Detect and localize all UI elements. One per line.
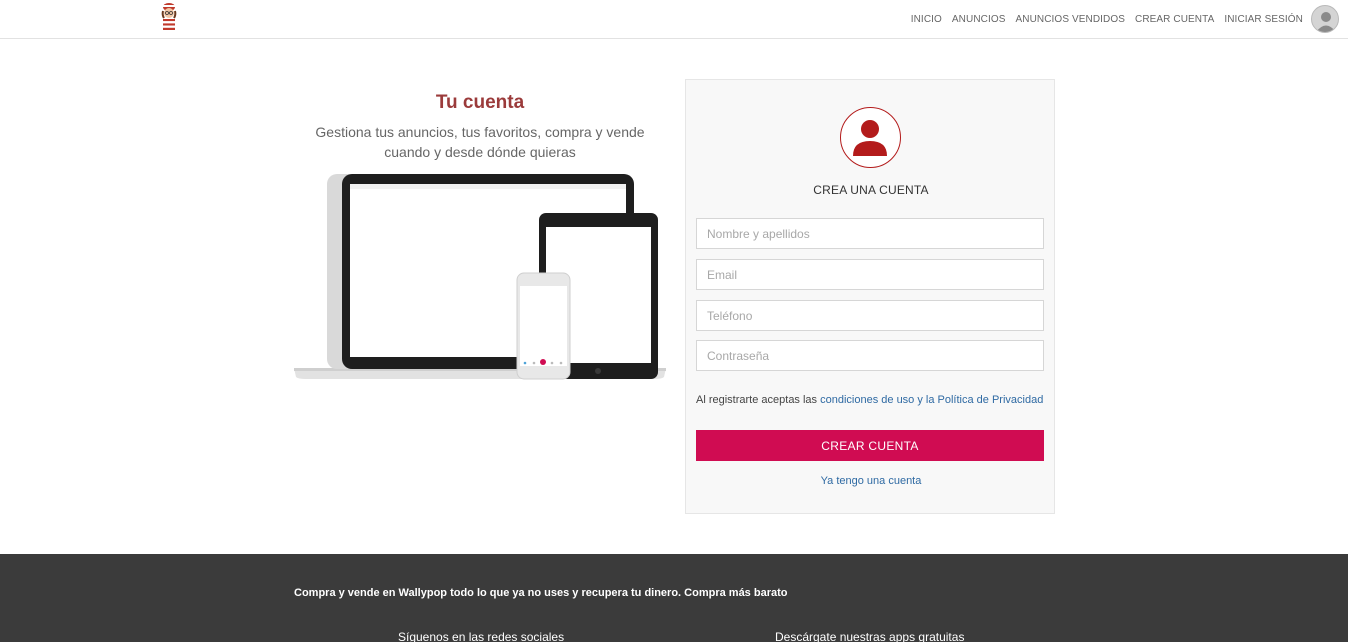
wally-character-icon[interactable] [159, 2, 179, 30]
top-navbar: INICIO ANUNCIOS ANUNCIOS VENDIDOS CREAR … [0, 0, 1348, 39]
terms-prefix: Al registrarte aceptas las [696, 394, 818, 406]
signup-title: CREA UNA CUENTA [813, 183, 929, 197]
nav-link-anuncios-vendidos[interactable]: ANUNCIOS VENDIDOS [1016, 14, 1126, 25]
promo-title: Tu cuenta [435, 92, 525, 113]
footer-apps-heading: Descárgate nuestras apps gratuitas [775, 630, 965, 642]
create-account-button[interactable]: CREAR CUENTA [696, 430, 1044, 461]
nav-link-iniciar-sesion[interactable]: INICIAR SESIÓN [1224, 14, 1303, 25]
devices-illustration [294, 172, 666, 382]
email-field[interactable] [696, 259, 1044, 290]
password-field[interactable] [696, 340, 1044, 371]
promo-subtitle: Gestiona tus anuncios, tus favoritos, co… [295, 122, 665, 162]
signup-card: CREA UNA CUENTA Al registrarte aceptas l… [685, 79, 1055, 514]
nav-link-anuncios[interactable]: ANUNCIOS [952, 14, 1006, 25]
promo-subtitle-line-1: Gestiona tus anuncios, tus favoritos, co… [315, 124, 645, 140]
phone-field[interactable] [696, 300, 1044, 331]
name-field[interactable] [696, 218, 1044, 249]
main-nav: INICIO ANUNCIOS ANUNCIOS VENDIDOS CREAR … [901, 0, 1303, 39]
nav-link-inicio[interactable]: INICIO [911, 14, 942, 25]
user-icon [840, 107, 901, 168]
user-avatar-icon[interactable] [1311, 5, 1339, 33]
terms-text: Al registrarte aceptas las condiciones d… [696, 394, 1046, 406]
promo-subtitle-line-2: cuando y desde dónde quieras [384, 144, 576, 160]
footer-social-heading: Síguenos en las redes sociales [398, 630, 565, 642]
nav-link-crear-cuenta[interactable]: CREAR CUENTA [1135, 14, 1214, 25]
footer-tagline: Compra y vende en Wallypop todo lo que y… [294, 587, 788, 599]
footer: Compra y vende en Wallypop todo lo que y… [0, 554, 1348, 642]
login-link[interactable]: Ya tengo una cuenta [686, 475, 1056, 487]
terms-link[interactable]: condiciones de uso y la Política de Priv… [820, 394, 1043, 406]
